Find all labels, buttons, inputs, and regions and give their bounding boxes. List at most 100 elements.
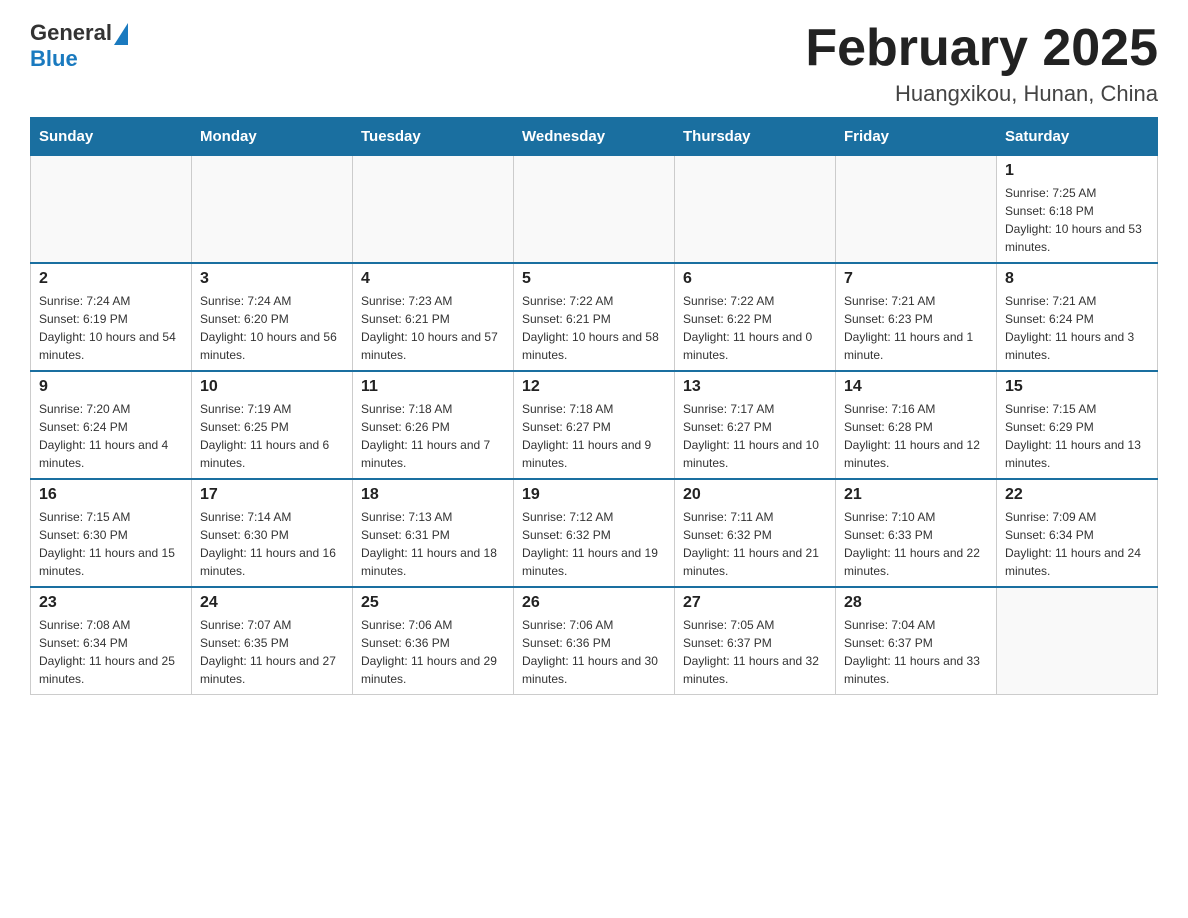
day-number: 18 xyxy=(361,486,505,504)
day-of-week-header: Sunday xyxy=(31,118,192,156)
logo-general-text: General xyxy=(30,20,112,46)
day-number: 26 xyxy=(522,594,666,612)
calendar-day-cell: 5 Sunrise: 7:22 AMSunset: 6:21 PMDaylight… xyxy=(514,263,675,371)
calendar-day-cell: 17 Sunrise: 7:14 AMSunset: 6:30 PMDayligh… xyxy=(192,479,353,587)
calendar-day-cell: 21 Sunrise: 7:10 AMSunset: 6:33 PMDayligh… xyxy=(836,479,997,587)
day-info: Sunrise: 7:22 AMSunset: 6:21 PMDaylight:… xyxy=(522,292,666,364)
day-info: Sunrise: 7:14 AMSunset: 6:30 PMDaylight:… xyxy=(200,508,344,580)
day-info: Sunrise: 7:13 AMSunset: 6:31 PMDaylight:… xyxy=(361,508,505,580)
calendar-body: 1 Sunrise: 7:25 AMSunset: 6:18 PMDaylight… xyxy=(31,156,1158,695)
day-info: Sunrise: 7:06 AMSunset: 6:36 PMDaylight:… xyxy=(522,616,666,688)
calendar-day-cell: 2 Sunrise: 7:24 AMSunset: 6:19 PMDaylight… xyxy=(31,263,192,371)
day-number: 14 xyxy=(844,378,988,396)
day-number: 27 xyxy=(683,594,827,612)
calendar-day-cell: 15 Sunrise: 7:15 AMSunset: 6:29 PMDayligh… xyxy=(997,371,1158,479)
day-info: Sunrise: 7:18 AMSunset: 6:27 PMDaylight:… xyxy=(522,400,666,472)
day-number: 9 xyxy=(39,378,183,396)
day-info: Sunrise: 7:25 AMSunset: 6:18 PMDaylight:… xyxy=(1005,184,1149,256)
logo: General Blue xyxy=(30,20,128,72)
day-number: 11 xyxy=(361,378,505,396)
day-number: 5 xyxy=(522,270,666,288)
calendar-table: SundayMondayTuesdayWednesdayThursdayFrid… xyxy=(30,117,1158,695)
day-info: Sunrise: 7:09 AMSunset: 6:34 PMDaylight:… xyxy=(1005,508,1149,580)
calendar-day-cell: 8 Sunrise: 7:21 AMSunset: 6:24 PMDaylight… xyxy=(997,263,1158,371)
day-of-week-header: Saturday xyxy=(997,118,1158,156)
calendar-day-cell: 18 Sunrise: 7:13 AMSunset: 6:31 PMDayligh… xyxy=(353,479,514,587)
calendar-day-cell xyxy=(31,156,192,264)
calendar-title: February 2025 xyxy=(805,20,1158,77)
day-number: 24 xyxy=(200,594,344,612)
day-number: 1 xyxy=(1005,162,1149,180)
calendar-day-cell: 12 Sunrise: 7:18 AMSunset: 6:27 PMDayligh… xyxy=(514,371,675,479)
day-number: 8 xyxy=(1005,270,1149,288)
calendar-day-cell: 28 Sunrise: 7:04 AMSunset: 6:37 PMDayligh… xyxy=(836,587,997,695)
calendar-week-row: 2 Sunrise: 7:24 AMSunset: 6:19 PMDaylight… xyxy=(31,263,1158,371)
day-number: 15 xyxy=(1005,378,1149,396)
day-info: Sunrise: 7:23 AMSunset: 6:21 PMDaylight:… xyxy=(361,292,505,364)
day-info: Sunrise: 7:22 AMSunset: 6:22 PMDaylight:… xyxy=(683,292,827,364)
calendar-day-cell: 19 Sunrise: 7:12 AMSunset: 6:32 PMDayligh… xyxy=(514,479,675,587)
day-of-week-header: Thursday xyxy=(675,118,836,156)
calendar-day-cell: 20 Sunrise: 7:11 AMSunset: 6:32 PMDayligh… xyxy=(675,479,836,587)
calendar-day-cell: 11Sunrise: 7:18 AMSunset: 6:26 PMDayligh… xyxy=(353,371,514,479)
day-info: Sunrise: 7:21 AMSunset: 6:24 PMDaylight:… xyxy=(1005,292,1149,364)
title-block: February 2025 Huangxikou, Hunan, China xyxy=(805,20,1158,107)
day-info: Sunrise: 7:15 AMSunset: 6:30 PMDaylight:… xyxy=(39,508,183,580)
logo-blue-text: Blue xyxy=(30,46,128,72)
day-number: 3 xyxy=(200,270,344,288)
day-info: Sunrise: 7:11 AMSunset: 6:32 PMDaylight:… xyxy=(683,508,827,580)
calendar-week-row: 1 Sunrise: 7:25 AMSunset: 6:18 PMDaylight… xyxy=(31,156,1158,264)
day-info: Sunrise: 7:21 AMSunset: 6:23 PMDaylight:… xyxy=(844,292,988,364)
calendar-day-cell: 16 Sunrise: 7:15 AMSunset: 6:30 PMDayligh… xyxy=(31,479,192,587)
day-info: Sunrise: 7:15 AMSunset: 6:29 PMDaylight:… xyxy=(1005,400,1149,472)
calendar-day-cell: 9 Sunrise: 7:20 AMSunset: 6:24 PMDaylight… xyxy=(31,371,192,479)
calendar-day-cell xyxy=(836,156,997,264)
day-number: 20 xyxy=(683,486,827,504)
day-info: Sunrise: 7:20 AMSunset: 6:24 PMDaylight:… xyxy=(39,400,183,472)
calendar-day-cell: 22 Sunrise: 7:09 AMSunset: 6:34 PMDayligh… xyxy=(997,479,1158,587)
calendar-subtitle: Huangxikou, Hunan, China xyxy=(805,81,1158,107)
day-info: Sunrise: 7:12 AMSunset: 6:32 PMDaylight:… xyxy=(522,508,666,580)
days-of-week-row: SundayMondayTuesdayWednesdayThursdayFrid… xyxy=(31,118,1158,156)
calendar-day-cell: 1 Sunrise: 7:25 AMSunset: 6:18 PMDaylight… xyxy=(997,156,1158,264)
day-number: 2 xyxy=(39,270,183,288)
day-number: 10 xyxy=(200,378,344,396)
calendar-day-cell: 7 Sunrise: 7:21 AMSunset: 6:23 PMDaylight… xyxy=(836,263,997,371)
day-info: Sunrise: 7:24 AMSunset: 6:19 PMDaylight:… xyxy=(39,292,183,364)
day-number: 17 xyxy=(200,486,344,504)
calendar-day-cell xyxy=(997,587,1158,695)
day-info: Sunrise: 7:07 AMSunset: 6:35 PMDaylight:… xyxy=(200,616,344,688)
calendar-day-cell: 23Sunrise: 7:08 AMSunset: 6:34 PMDayligh… xyxy=(31,587,192,695)
calendar-day-cell: 10Sunrise: 7:19 AMSunset: 6:25 PMDayligh… xyxy=(192,371,353,479)
day-of-week-header: Friday xyxy=(836,118,997,156)
day-number: 22 xyxy=(1005,486,1149,504)
calendar-day-cell: 26 Sunrise: 7:06 AMSunset: 6:36 PMDayligh… xyxy=(514,587,675,695)
day-of-week-header: Wednesday xyxy=(514,118,675,156)
day-number: 4 xyxy=(361,270,505,288)
day-info: Sunrise: 7:08 AMSunset: 6:34 PMDaylight:… xyxy=(39,616,183,688)
day-number: 7 xyxy=(844,270,988,288)
day-number: 6 xyxy=(683,270,827,288)
calendar-day-cell: 3 Sunrise: 7:24 AMSunset: 6:20 PMDaylight… xyxy=(192,263,353,371)
logo-triangle-icon xyxy=(114,23,128,45)
day-info: Sunrise: 7:24 AMSunset: 6:20 PMDaylight:… xyxy=(200,292,344,364)
calendar-day-cell: 6 Sunrise: 7:22 AMSunset: 6:22 PMDaylight… xyxy=(675,263,836,371)
day-number: 25 xyxy=(361,594,505,612)
day-info: Sunrise: 7:04 AMSunset: 6:37 PMDaylight:… xyxy=(844,616,988,688)
day-info: Sunrise: 7:05 AMSunset: 6:37 PMDaylight:… xyxy=(683,616,827,688)
day-info: Sunrise: 7:17 AMSunset: 6:27 PMDaylight:… xyxy=(683,400,827,472)
day-info: Sunrise: 7:10 AMSunset: 6:33 PMDaylight:… xyxy=(844,508,988,580)
calendar-week-row: 16 Sunrise: 7:15 AMSunset: 6:30 PMDayligh… xyxy=(31,479,1158,587)
calendar-day-cell: 27 Sunrise: 7:05 AMSunset: 6:37 PMDayligh… xyxy=(675,587,836,695)
calendar-day-cell: 13Sunrise: 7:17 AMSunset: 6:27 PMDayligh… xyxy=(675,371,836,479)
day-of-week-header: Tuesday xyxy=(353,118,514,156)
day-info: Sunrise: 7:06 AMSunset: 6:36 PMDaylight:… xyxy=(361,616,505,688)
calendar-week-row: 9 Sunrise: 7:20 AMSunset: 6:24 PMDaylight… xyxy=(31,371,1158,479)
day-number: 19 xyxy=(522,486,666,504)
calendar-day-cell: 4 Sunrise: 7:23 AMSunset: 6:21 PMDaylight… xyxy=(353,263,514,371)
day-number: 12 xyxy=(522,378,666,396)
day-number: 21 xyxy=(844,486,988,504)
day-number: 16 xyxy=(39,486,183,504)
logo-wordmark: General Blue xyxy=(30,20,128,72)
day-number: 28 xyxy=(844,594,988,612)
